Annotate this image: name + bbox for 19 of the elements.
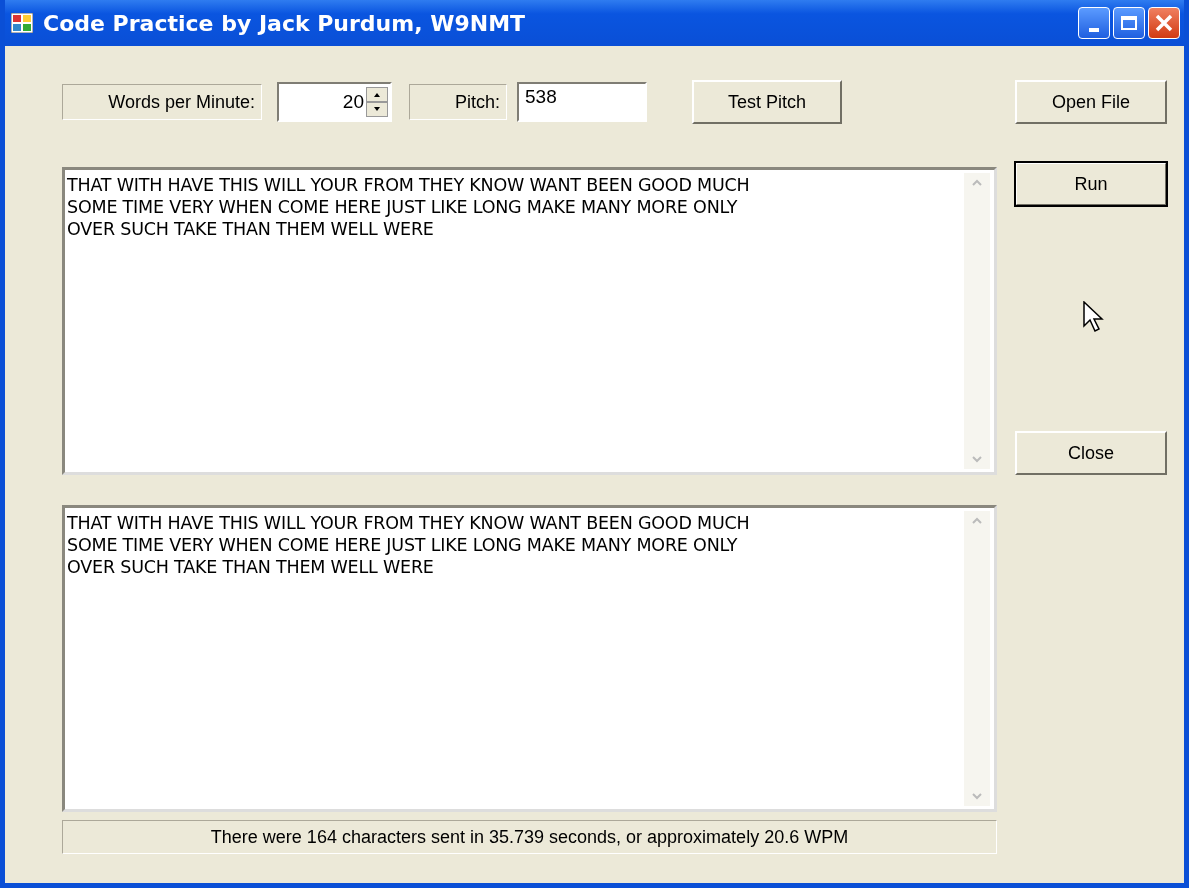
app-icon: [11, 13, 33, 33]
close-form-button[interactable]: Close: [1015, 431, 1167, 475]
action-button[interactable]: Run: [1015, 162, 1167, 206]
text-area[interactable]: THAT WITH HAVE THIS WILL YOUR FROM THEY KNOW WANT BEEN GOOD MUCH SOME TIME VERY WHEN COME HERE JUST LIKE LONG MAKE MANY MORE ONLY OVER SUCH TAKE THAN THEM WELL WERE: [62, 167, 997, 475]
scrollbar[interactable]: [964, 173, 990, 469]
mouse-pointer-icon: [1083, 301, 1105, 333]
text-area[interactable]: THAT WITH HAVE THIS WILL YOUR FROM THEY KNOW WANT BEEN GOOD MUCH SOME TIME VERY WHEN COME HERE JUST LIKE LONG MAKE MANY MORE ONLY OVER SUCH TAKE THAN THEM WELL WERE: [62, 505, 997, 812]
words-per-minute-spinner[interactable]: 20: [277, 82, 392, 122]
minimize-button[interactable]: [1078, 7, 1110, 39]
pitch-label: Pitch:: [409, 84, 507, 120]
test-pitch-button[interactable]: Test Pitch: [692, 80, 842, 124]
scrollbar[interactable]: [964, 511, 990, 806]
words-per-minute-label: Words per Minute:: [62, 84, 262, 120]
pitch-field[interactable]: 538: [517, 82, 647, 122]
status-text: There were 164 characters sent in 35.739 seconds, or approximately 20.6 WPM: [62, 820, 997, 854]
action-button[interactable]: Open File: [1015, 80, 1167, 124]
window-title: Code Practice by Jack Purdum, W9NMT: [43, 10, 527, 36]
maximize-button[interactable]: [1113, 7, 1145, 39]
spin-arrows-icon[interactable]: [366, 87, 388, 117]
